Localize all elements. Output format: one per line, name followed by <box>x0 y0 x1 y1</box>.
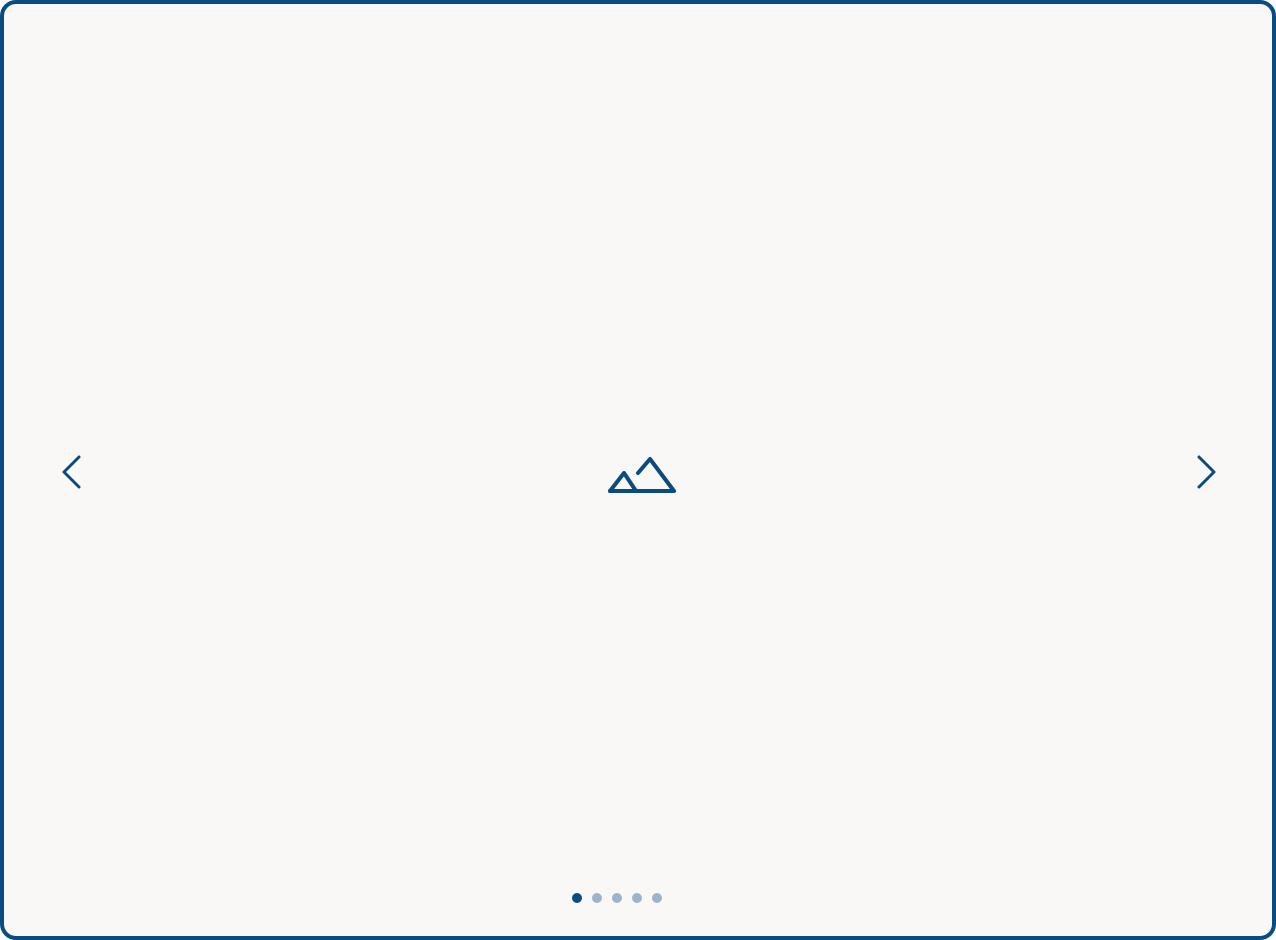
pagination-dot-2[interactable] <box>592 893 602 903</box>
chevron-left-icon <box>62 455 81 489</box>
pagination-dot-1[interactable] <box>572 893 582 903</box>
image-carousel <box>0 0 1276 940</box>
previous-slide-button[interactable] <box>46 450 94 498</box>
pagination-dot-3[interactable] <box>612 893 622 903</box>
image-placeholder-icon <box>608 457 676 493</box>
slide-image-placeholder <box>604 454 680 498</box>
pagination-dot-5[interactable] <box>652 893 662 903</box>
next-slide-button[interactable] <box>1182 450 1230 498</box>
chevron-right-icon <box>1197 455 1216 489</box>
pagination-dot-4[interactable] <box>632 893 642 903</box>
slide-pagination <box>572 888 662 908</box>
